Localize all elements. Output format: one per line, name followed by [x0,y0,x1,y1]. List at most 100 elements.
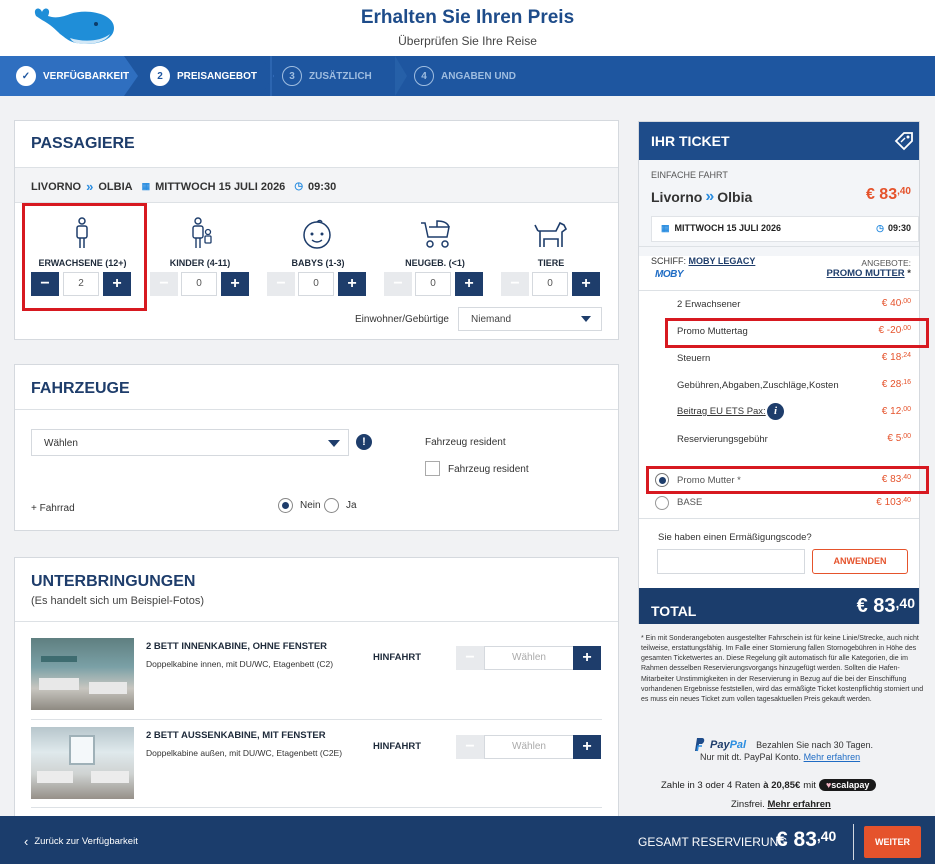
fare-base-price: € 103,40 [876,497,911,508]
line-price-dec: ,24 [901,352,911,359]
footer-divider [853,824,854,860]
ticket-time-row: ◷ 09:30 [876,223,911,234]
newborn-plus-button[interactable]: + [455,272,483,296]
ticket-time: 09:30 [887,223,911,233]
cabin-1-minus-button[interactable]: − [456,646,484,670]
moby-logo: MOBY [655,269,684,280]
ticket-date: MITTWOCH 15 JULI 2026 [674,223,782,233]
resident-select[interactable]: Niemand [458,307,602,331]
bottom-bar: ‹ Zurück zur Verfügbarkeit GESAMT RESERV… [0,816,935,864]
info-icon[interactable]: i [767,403,784,420]
accommodations-subtitle: (Es handelt sich um Beispiel-Fotos) [31,595,205,607]
fare-price-int: € 83 [881,474,902,485]
bike-yes-radio[interactable] [324,498,339,513]
paypal-more-link[interactable]: Mehr erfahren [804,752,861,762]
vehicle-resident-checkbox[interactable] [425,461,440,476]
pets-qty[interactable]: 0 [532,272,568,296]
paypal-line2-row: Nur mit dt. PayPal Konto. Mehr erfahren [700,752,860,762]
cabin-2-minus-button[interactable]: − [456,735,484,759]
chevron-left-icon: ‹ [24,834,29,849]
alert-icon[interactable]: ! [356,434,372,450]
bike-yes-label: Ja [346,500,357,511]
step-label: PREISANGEBOT [177,70,258,82]
vehicle-select-value: Wählen [44,438,78,449]
ship-link[interactable]: MOBY LEGACY [689,256,756,266]
cabin-2-select[interactable]: Wählen [484,735,574,759]
discount-code-input[interactable] [657,549,805,574]
fare-promo-price: € 83,40 [882,474,911,485]
children-icon [192,217,212,248]
special-offer-note: * Ein mit Sonderangeboten ausgestellter … [641,635,924,703]
step-availability[interactable]: ✓ VERFÜGBARKEIT [16,56,129,96]
newborn-label: NEUGEB. (<1) [405,258,465,268]
back-link[interactable]: ‹ Zurück zur Verfügbarkeit [24,834,138,849]
vehicles-card: FAHRZEUGE Wählen ! Fahrzeug resident Fah… [14,364,619,531]
cabin-1-select[interactable]: Wählen [484,646,574,670]
bike-no-radio[interactable] [278,498,293,513]
babies-plus-button[interactable]: + [338,272,366,296]
offer-link[interactable]: PROMO MUTTER [827,268,905,279]
cabin-photo-1[interactable] [31,638,134,710]
line-adults-label: 2 Erwachsener [677,299,741,310]
resident-label: Einwohner/Gebürtige [355,314,449,325]
line-reservation-price: € 5,00 [887,433,911,444]
scalapay-more-link[interactable]: Mehr erfahren [767,799,830,810]
double-chevron-icon: » [86,179,94,194]
babies-minus-button[interactable]: − [267,272,295,296]
step-additional[interactable]: 3 ZUSÄTZLICH [282,56,372,96]
cabin-photo-2[interactable] [31,727,134,799]
newborn-minus-button[interactable]: − [384,272,412,296]
total-price-dec: ,40 [895,595,915,611]
resident-value: Niemand [471,314,512,325]
next-button[interactable]: WEITER [864,826,921,858]
clock-icon: ◷ [876,223,884,233]
vehicle-select[interactable]: Wählen [31,429,349,456]
line-taxes-label: Steuern [677,353,711,364]
ticket-price-dec: ,40 [897,186,911,197]
newborn-qty[interactable]: 0 [415,272,451,296]
adults-qty[interactable]: 2 [63,272,99,296]
children-minus-button[interactable]: − [150,272,178,296]
scalapay-row: Zahle in 3 oder 4 Raten à 20,85€ mit ♥sc… [661,779,877,791]
fare-base-radio[interactable] [655,496,669,510]
step-number: 2 [150,66,170,86]
calendar-icon: ▦ [141,181,151,191]
scalapay-badge: ♥scalapay [818,779,877,791]
ticket-date-row: ▦ MITTWOCH 15 JULI 2026 [661,223,781,234]
children-qty[interactable]: 0 [181,272,217,296]
babies-qty[interactable]: 0 [298,272,334,296]
footer-total-dec: ,40 [816,828,837,844]
fare-price-dec: ,40 [901,474,911,481]
ticket-from: Livorno [651,189,703,205]
adult-icon [76,217,88,248]
fare-price-dec: ,40 [901,497,911,504]
line-ets-link[interactable]: Beitrag EU ETS Pax: [677,406,766,417]
adults-label: ERWACHSENE (12+) [38,258,127,268]
accommodations-card: UNTERBRINGUNGEN (Es handelt sich um Beis… [14,557,619,816]
ticket-to: Olbia [717,189,753,205]
cabin-1-plus-button[interactable]: + [573,646,601,670]
line-promo-price: € -20,00 [878,325,911,336]
step-price-offer[interactable]: 2 PREISANGEBOT [150,56,257,96]
line-price-dec: ,00 [901,298,911,305]
line-taxes-price: € 18,24 [882,352,911,363]
line-price-dec: ,00 [901,433,911,440]
passengers-title: PASSAGIERE [31,135,135,152]
adults-minus-button[interactable]: − [31,272,59,296]
step-details[interactable]: 4 ANGABEN UND [414,56,516,96]
step-arrow [395,56,407,96]
children-label: KINDER (4-11) [169,258,231,268]
adults-plus-button[interactable]: + [103,272,131,296]
route-to: OLBIA [98,180,133,193]
footer-total-int: € 83 [776,828,817,851]
footer-total-price: € 83,40 [776,828,836,852]
pets-label: TIERE [537,258,565,268]
cabin-2-plus-button[interactable]: + [573,735,601,759]
fare-promo-radio[interactable] [655,473,669,487]
children-plus-button[interactable]: + [221,272,249,296]
apply-discount-button[interactable]: ANWENDEN [812,549,908,574]
add-bike-link[interactable]: + Fahrrad [31,503,75,514]
discount-question: Sie haben einen Ermäßigungscode? [658,532,812,543]
pets-plus-button[interactable]: + [572,272,600,296]
pets-minus-button[interactable]: − [501,272,529,296]
